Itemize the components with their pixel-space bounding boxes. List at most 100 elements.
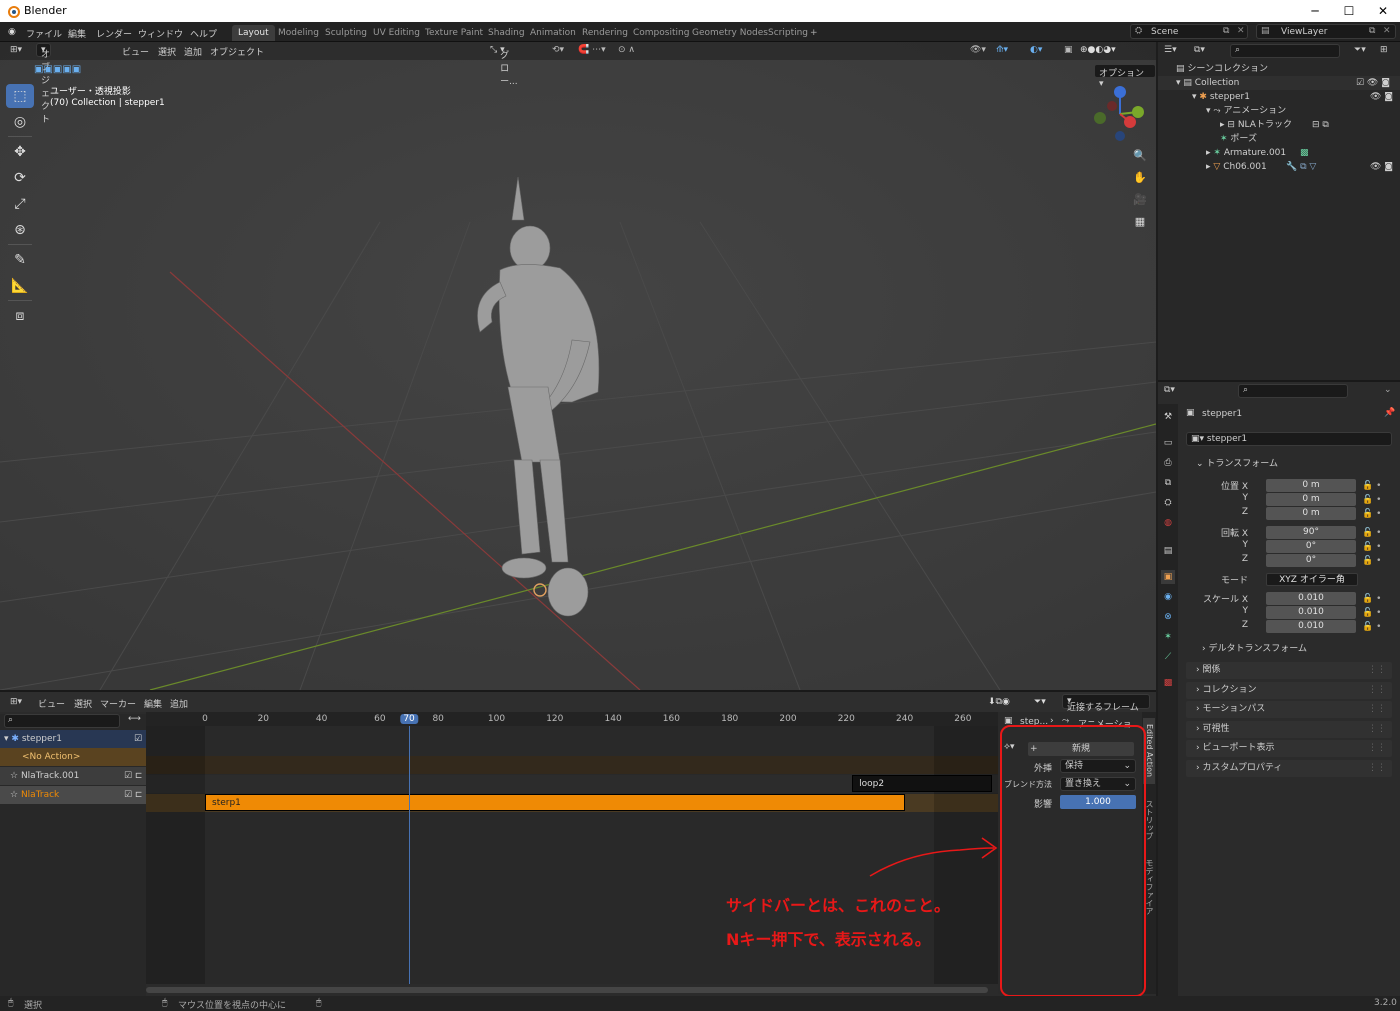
transform-panel-header[interactable]: ⌄ トランスフォーム — [1186, 456, 1392, 473]
editor-type-icon[interactable]: ⊞▾ — [10, 45, 22, 55]
texture-tab-icon[interactable]: ▩ — [1161, 676, 1175, 690]
constraints-tab-icon[interactable]: ⊗ — [1161, 610, 1175, 624]
bone-tab-icon[interactable]: ⟋ — [1161, 650, 1175, 664]
lock-keyframe-icon[interactable]: 🔓 • — [1362, 554, 1381, 568]
props-search-input[interactable]: ⌕ — [1238, 384, 1348, 398]
transform-value-field[interactable]: 90° — [1266, 526, 1356, 539]
measure-tool-icon[interactable]: 📐 — [6, 274, 34, 298]
pivot-icon[interactable]: ⟲▾ — [552, 45, 564, 55]
physics-tab-icon[interactable]: ◉ — [1161, 590, 1175, 604]
lock-keyframe-icon[interactable]: 🔓 • — [1362, 606, 1381, 620]
horizontal-scrollbar[interactable] — [146, 987, 988, 993]
lock-keyframe-icon[interactable]: 🔓 • — [1362, 592, 1381, 606]
channel-track-001[interactable]: ☆ NlaTrack.001 ☑ ⊏ — [0, 767, 146, 785]
drag-handle-icon[interactable]: ⋮⋮ — [1368, 740, 1386, 757]
snap-icon[interactable]: 🧲 ⋯▾ — [578, 45, 606, 55]
blender-menu-icon[interactable]: ◉ — [8, 27, 16, 37]
outliner-row-scene-collection[interactable]: ▤ シーンコレクション — [1158, 62, 1400, 76]
transform-value-field[interactable]: 0° — [1266, 554, 1356, 567]
ortho-grid-icon[interactable]: ▦ — [1130, 212, 1150, 232]
view-layer-remove-icon[interactable]: ✕ — [1383, 26, 1391, 36]
track-mute-checkbox-icon[interactable]: ☑ ⊏ — [124, 767, 142, 785]
menu-window[interactable]: ウィンドウ — [138, 27, 183, 40]
menu-help[interactable]: ヘルプ — [190, 27, 217, 40]
menu-render[interactable]: レンダー — [96, 27, 132, 40]
tab-uv-editing[interactable]: UV Editing — [367, 25, 426, 41]
transform-value-field[interactable]: 0.010 — [1266, 620, 1356, 633]
outliner-row-animation[interactable]: ▾ ⤳ アニメーション — [1158, 104, 1400, 118]
nla-strip[interactable]: sterp1 — [205, 794, 905, 811]
channel-checkbox-icon[interactable]: ☑ — [134, 730, 142, 748]
transform-value-field[interactable]: 0° — [1266, 540, 1356, 553]
nla-menu-marker[interactable]: マーカー — [100, 697, 136, 710]
navigation-gizmo-icon[interactable] — [1090, 84, 1150, 144]
scene-tab-icon[interactable]: ⛭ — [1161, 496, 1175, 510]
object-tab-icon[interactable]: ▣ — [1161, 570, 1175, 584]
playhead-line[interactable] — [409, 726, 411, 984]
zoom-icon[interactable]: 🔍 — [1130, 146, 1150, 166]
drag-handle-icon[interactable]: ⋮⋮ — [1368, 662, 1386, 679]
channel-action[interactable]: <No Action> — [0, 748, 146, 766]
props-panel-header[interactable]: › カスタムプロパティ ⋮⋮ — [1186, 760, 1392, 777]
outliner-row-collection[interactable]: ▾ ▤ Collection ☑ 👁 ◙ — [1158, 76, 1400, 90]
scene-selector[interactable]: ⛭ Scene ⧉ ✕ — [1130, 24, 1248, 39]
channel-swap-icon[interactable]: ⟷ — [128, 714, 141, 724]
transform-orientation[interactable]: ⤡ グロー... ▾ — [490, 45, 518, 87]
close-button[interactable]: ✕ — [1368, 2, 1398, 20]
minimize-button[interactable]: ─ — [1300, 2, 1330, 20]
nla-editor-type-icon[interactable]: ⊞▾ — [10, 697, 22, 707]
outliner-row-mesh[interactable]: ▸ ▽ Ch06.001 🔧 ⧉ ▽ 👁 ◙ — [1158, 160, 1400, 174]
tab-geometry-nodes[interactable]: Geometry Nodes — [686, 25, 774, 41]
props-panel-header[interactable]: › 可視性 ⋮⋮ — [1186, 720, 1392, 738]
transform-value-field[interactable]: 0 m — [1266, 507, 1356, 520]
expand-triangle-icon[interactable]: ▾ — [1192, 92, 1197, 102]
lock-keyframe-icon[interactable]: 🔓 • — [1362, 493, 1381, 507]
menu-edit[interactable]: 編集 — [68, 27, 86, 40]
nla-menu-view[interactable]: ビュー — [38, 697, 65, 710]
tab-animation[interactable]: Animation — [524, 25, 582, 41]
drag-handle-icon[interactable]: ⋮⋮ — [1368, 721, 1386, 738]
view-layer-selector[interactable]: ▤ ViewLayer ⧉ ✕ — [1256, 24, 1396, 39]
transform-value-field[interactable]: 0 m — [1266, 479, 1356, 492]
tool-tab-icon[interactable]: ⚒ — [1161, 410, 1175, 424]
lock-keyframe-icon[interactable]: 🔓 • — [1362, 479, 1381, 493]
viewport-menu-view[interactable]: ビュー — [122, 45, 149, 58]
xray-icon[interactable]: ▣ — [1064, 45, 1073, 55]
props-panel-header[interactable]: › コレクション ⋮⋮ — [1186, 681, 1392, 699]
view-layer-new-icon[interactable]: ⧉ — [1369, 26, 1375, 36]
lock-keyframe-icon[interactable]: 🔓 • — [1362, 540, 1381, 554]
outliner-row-pose[interactable]: ✶ ポーズ — [1158, 132, 1400, 146]
frame-ruler[interactable]: 0 20 40 60 70 80 100 120 140 160 180 200 220 240 260 — [146, 712, 998, 726]
cursor-tool-icon[interactable]: ◎ — [6, 110, 34, 134]
viewport-menu-add[interactable]: 追加 — [184, 45, 202, 58]
expand-triangle-icon[interactable]: ▸ — [1206, 162, 1211, 172]
channel-search-input[interactable]: ⌕ — [4, 714, 120, 728]
channel-object[interactable]: ▾ ✱ stepper1 ☑ — [0, 730, 146, 748]
solo-star-icon[interactable]: ☆ — [10, 771, 18, 781]
outliner-filter-icon[interactable]: ⏷▾ — [1354, 45, 1366, 55]
expand-triangle-icon[interactable]: ▾ — [4, 734, 9, 744]
mode-selector[interactable]: オブジェクト ▾ — [36, 43, 51, 125]
scale-tool-icon[interactable]: ⤢ — [6, 192, 34, 216]
expand-triangle-icon[interactable]: ▸ — [1220, 120, 1225, 130]
3d-viewport[interactable]: ⊞▾ オブジェクト ▾ ビュー 選択 追加 オブジェクト ⤡ グロー... ▾ … — [0, 42, 1156, 690]
expand-triangle-icon[interactable]: ▾ — [1176, 78, 1181, 88]
world-tab-icon[interactable]: ◍ — [1161, 516, 1175, 530]
eye-camera-icon[interactable]: 👁 ◙ — [1370, 90, 1393, 104]
shading-modes-icon[interactable]: ⊕●◐◕▾ — [1080, 45, 1116, 55]
lock-keyframe-icon[interactable]: 🔓 • — [1362, 507, 1381, 521]
pin-icon[interactable]: 📌 — [1384, 408, 1395, 418]
pan-hand-icon[interactable]: ✋ — [1130, 168, 1150, 188]
outliner-row-armature[interactable]: ▸ ✶ Armature.001 ▩ — [1158, 146, 1400, 160]
nla-menu-add[interactable]: 追加 — [170, 697, 188, 710]
solo-star-icon[interactable]: ☆ — [10, 790, 18, 800]
nla-menu-select[interactable]: 選択 — [74, 697, 92, 710]
add-workspace-button[interactable]: + — [804, 25, 824, 41]
snap-dropdown[interactable]: 近接するフレーム ▾ — [1062, 694, 1150, 713]
lock-keyframe-icon[interactable]: 🔓 • — [1362, 526, 1381, 540]
eye-camera-icon[interactable]: 👁 ◙ — [1370, 160, 1393, 174]
object-name-field[interactable]: ▣▾ stepper1 — [1186, 432, 1392, 446]
only-selected-icon[interactable]: ⬇⧉◉ — [988, 697, 1010, 707]
menu-file[interactable]: ファイル — [26, 27, 62, 40]
new-collection-icon[interactable]: ⊞ — [1380, 45, 1388, 55]
